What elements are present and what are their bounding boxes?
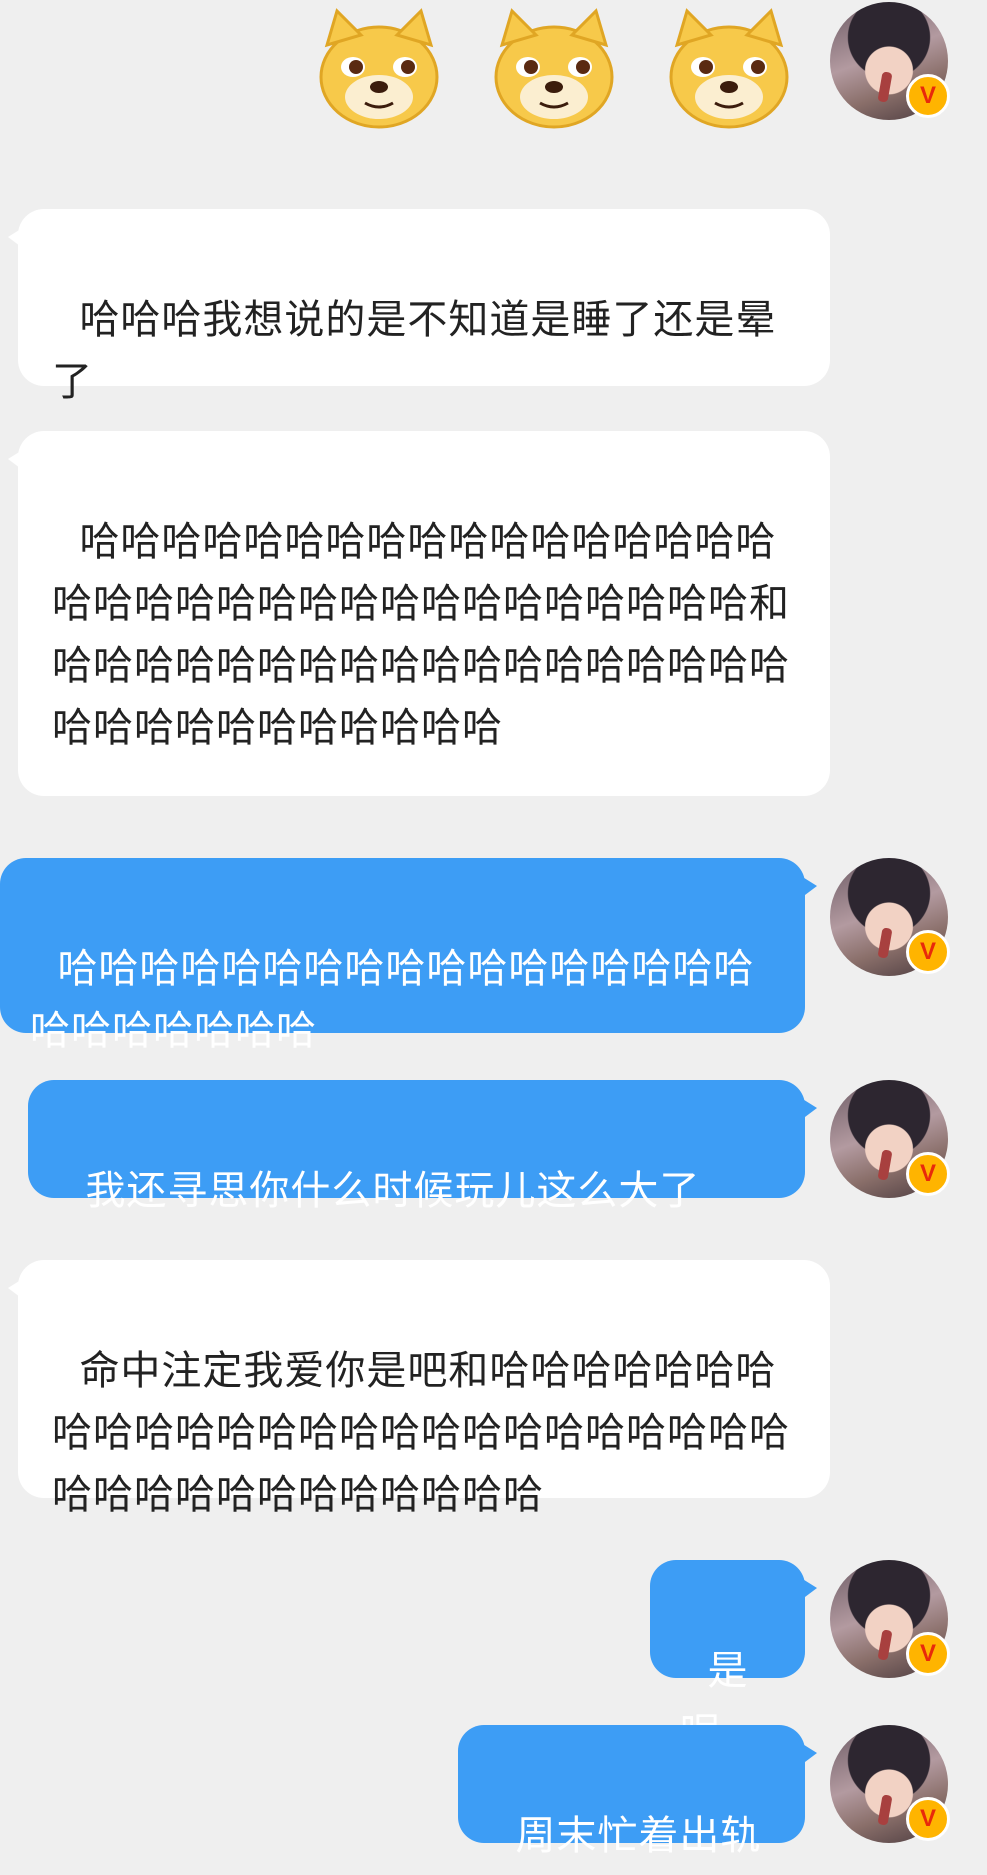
- message-text: 周末忙着出轨: [515, 1813, 762, 1859]
- message-text: 哈哈哈哈哈哈哈哈哈哈哈哈哈哈哈哈哈哈哈哈哈哈哈哈: [30, 946, 755, 1054]
- verified-badge-icon: V: [906, 1152, 950, 1196]
- verified-badge-icon: V: [906, 1632, 950, 1676]
- verified-badge-icon: V: [906, 930, 950, 974]
- verified-badge-icon: V: [906, 1797, 950, 1841]
- message-bubble-received[interactable]: 命中注定我爱你是吧和哈哈哈哈哈哈哈哈哈哈哈哈哈哈哈哈哈哈哈哈哈哈哈哈哈哈哈哈哈哈…: [8, 1260, 830, 1518]
- verified-badge-icon: V: [906, 74, 950, 118]
- doge-emoji-icon: [319, 8, 439, 129]
- message-bubble-sent[interactable]: 周末忙着出轨: [458, 1725, 817, 1859]
- message-text: 哈哈哈我想说的是不知道是睡了还是晕了: [52, 297, 777, 405]
- avatar[interactable]: V: [830, 2, 950, 120]
- message-bubble-received[interactable]: 哈哈哈哈哈哈哈哈哈哈哈哈哈哈哈哈哈哈哈哈哈哈哈哈哈哈哈哈哈哈哈哈哈哈和哈哈哈哈哈…: [8, 431, 830, 796]
- message-bubble-sent[interactable]: 哈哈哈哈哈哈哈哈哈哈哈哈哈哈哈哈哈哈哈哈哈哈哈哈: [0, 858, 817, 1054]
- doge-sticker-1[interactable]: [315, 5, 443, 133]
- avatar[interactable]: V: [830, 1560, 950, 1678]
- doge-emoji-icon: [494, 8, 614, 129]
- doge-emoji-icon: [669, 8, 789, 129]
- avatar[interactable]: V: [830, 858, 950, 976]
- message-text: 我还寻思你什么时候玩儿这么大了: [85, 1168, 701, 1214]
- message-bubble-sent[interactable]: 我还寻思你什么时候玩儿这么大了: [28, 1080, 817, 1214]
- doge-sticker-3[interactable]: [665, 5, 793, 133]
- message-bubble-sent[interactable]: 是呢: [650, 1560, 817, 1756]
- avatar[interactable]: V: [830, 1725, 950, 1843]
- message-bubble-received[interactable]: 哈哈哈我想说的是不知道是睡了还是晕了: [8, 209, 830, 405]
- message-text: 哈哈哈哈哈哈哈哈哈哈哈哈哈哈哈哈哈哈哈哈哈哈哈哈哈哈哈哈哈哈哈哈哈哈和哈哈哈哈哈…: [52, 519, 790, 751]
- avatar[interactable]: V: [830, 1080, 950, 1198]
- doge-sticker-2[interactable]: [490, 5, 618, 133]
- message-text: 命中注定我爱你是吧和哈哈哈哈哈哈哈哈哈哈哈哈哈哈哈哈哈哈哈哈哈哈哈哈哈哈哈哈哈哈…: [52, 1348, 790, 1518]
